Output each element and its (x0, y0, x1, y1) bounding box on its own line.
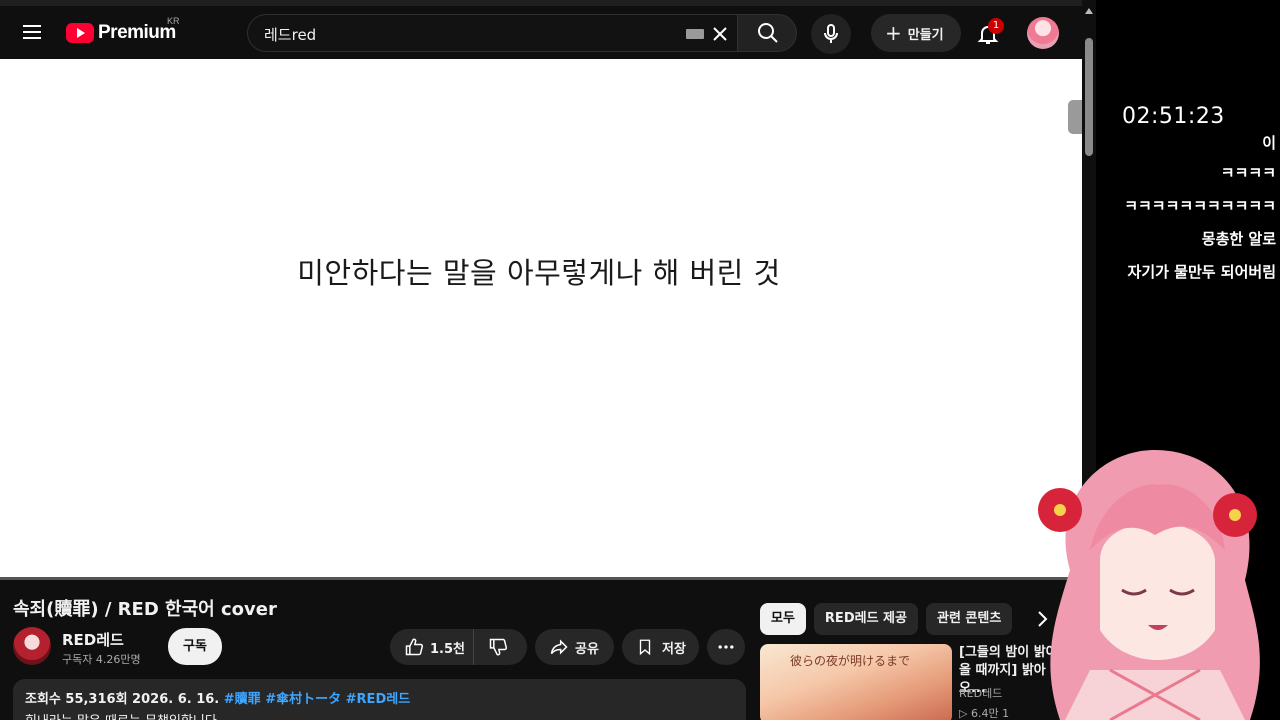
share-icon (550, 639, 568, 655)
close-icon[interactable] (710, 24, 730, 44)
notifications-button[interactable]: 1 (968, 14, 1008, 54)
country-code: KR (167, 16, 180, 26)
recommended-video-channel[interactable]: RED레드 (959, 685, 1002, 701)
chip-related[interactable]: 관련 콘텐츠 (925, 603, 1013, 635)
hashtag-link[interactable]: #傘村トータ (265, 692, 341, 707)
dislike-button[interactable] (474, 629, 526, 665)
subscriber-count: 구독자 4.26만명 (62, 653, 141, 666)
bookmark-icon (639, 639, 651, 656)
chat-message: ㅋㅋㅋㅋ (1220, 164, 1276, 182)
channel-name[interactable]: RED레드 (62, 629, 124, 650)
notification-badge: 1 (988, 18, 1004, 34)
voice-search-button[interactable] (811, 14, 851, 54)
logo-text: Premium (98, 22, 176, 43)
hashtag-link[interactable]: #贖罪 (224, 692, 261, 707)
search-icon (758, 23, 778, 43)
scroll-up-arrow-icon[interactable] (1085, 8, 1093, 14)
menu-icon[interactable] (20, 20, 44, 44)
like-dislike-group: 1.5천 (390, 629, 527, 665)
masthead: Premium KR 레드red + 만들기 1 (0, 6, 1082, 59)
side-scroll-handle[interactable] (1068, 100, 1082, 134)
chip-all[interactable]: 모두 (760, 603, 806, 635)
video-lyric-text: 미안하다는 말을 아무렇게나 해 버린 것 (297, 256, 781, 290)
create-button[interactable]: + 만들기 (871, 14, 961, 52)
account-avatar[interactable] (1027, 17, 1059, 49)
stream-clock: 02:51:23 (1122, 104, 1225, 129)
dislike-icon (489, 638, 508, 656)
hashtag-link[interactable]: #RED레드 (346, 692, 411, 707)
channel-avatar[interactable] (13, 627, 51, 665)
recommended-video-stats: ▷ 6.4만 1 (959, 707, 1010, 720)
like-count: 1.5천 (430, 641, 465, 657)
youtube-premium-logo[interactable]: Premium KR (66, 16, 180, 47)
video-description[interactable]: 조회수 55,316회 2026. 6. 16. #贖罪 #傘村トータ #RED… (13, 679, 746, 720)
search-button[interactable] (737, 14, 797, 52)
views-and-date: 조회수 55,316회 2026. 6. 16. (25, 692, 220, 707)
subscribe-button[interactable]: 구독 (168, 628, 222, 665)
recommended-video-thumbnail[interactable]: 彼らの夜が明けるまで (760, 644, 952, 720)
description-text: 힘내라는 말은 때로는 무책임합니다 (25, 710, 734, 720)
share-label: 공유 (575, 641, 599, 657)
video-info-section: 속죄(贖罪) / RED 한국어 cover RED레드 구독자 4.26만명 … (0, 580, 1082, 720)
chat-message: 자기가 물만두 되어버림 (1127, 263, 1276, 281)
chat-message: ㅋㅋㅋㅋㅋㅋㅋㅋㅋㅋㅋ (1124, 197, 1276, 215)
mic-icon (824, 24, 838, 43)
share-button[interactable]: 공유 (535, 629, 614, 665)
chat-message: 몽총한 알로 (1201, 230, 1276, 248)
chip-from-channel[interactable]: RED레드 제공 (813, 603, 918, 635)
like-icon (405, 638, 424, 656)
more-actions-button[interactable] (707, 629, 745, 665)
plus-icon: + (885, 21, 902, 45)
video-title: 속죄(贖罪) / RED 한국어 cover (13, 599, 277, 620)
like-button[interactable]: 1.5천 (390, 629, 474, 665)
related-chips: 모두 RED레드 제공 관련 콘텐츠 (760, 603, 1013, 635)
save-label: 저장 (662, 641, 686, 657)
search-input[interactable]: 레드red (247, 14, 737, 52)
thumbnail-text: 彼らの夜が明けるまで (790, 654, 911, 668)
scrollbar-thumb[interactable] (1085, 38, 1093, 156)
chat-message: 이 (1262, 134, 1276, 152)
youtube-page: Premium KR 레드red + 만들기 1 미안하다는 말을 아무렇게나 … (0, 0, 1082, 720)
vtuber-avatar (1038, 450, 1260, 720)
search-query[interactable]: 레드red (264, 24, 316, 45)
create-label: 만들기 (907, 27, 944, 43)
more-icon (718, 645, 734, 649)
save-button[interactable]: 저장 (622, 629, 699, 665)
video-player[interactable]: 미안하다는 말을 아무렇게나 해 버린 것 (0, 59, 1082, 577)
youtube-logo-icon (66, 23, 94, 43)
keyboard-icon[interactable] (686, 29, 704, 39)
